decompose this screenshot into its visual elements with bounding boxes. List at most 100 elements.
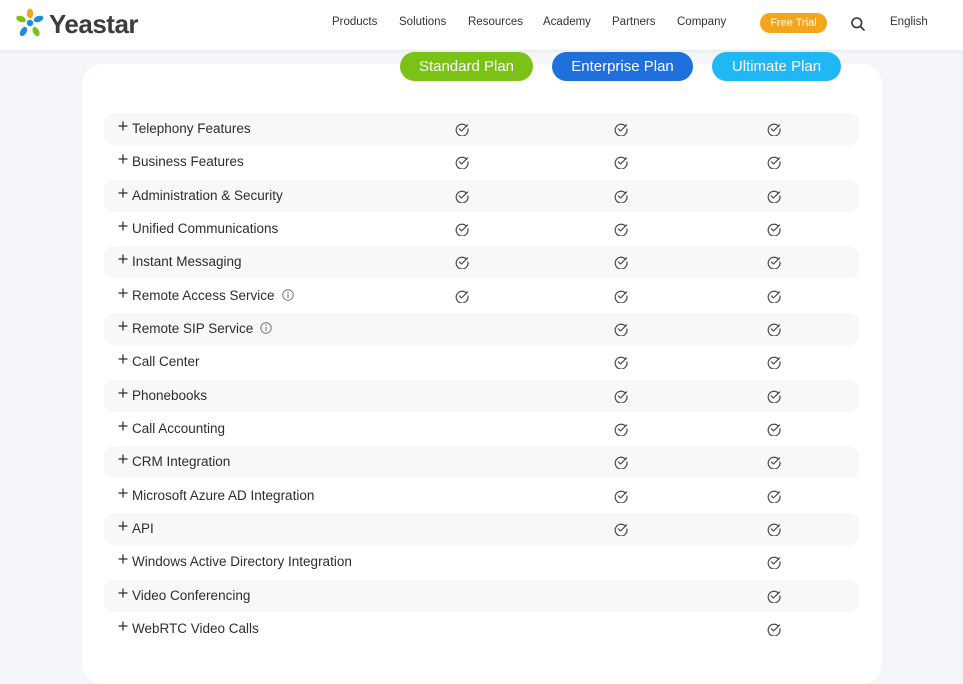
ultimate-plan-button[interactable]: Ultimate Plan bbox=[712, 52, 841, 81]
check-icon bbox=[614, 390, 628, 403]
nav-solutions[interactable]: Solutions bbox=[399, 16, 446, 28]
expand-plus-icon[interactable] bbox=[117, 253, 129, 265]
nav-academy[interactable]: Academy bbox=[543, 16, 591, 28]
feature-label: Business Features bbox=[132, 154, 244, 170]
feature-row[interactable]: Remote Access Service bbox=[104, 280, 859, 312]
check-icon bbox=[614, 290, 628, 303]
feature-label-text: Windows Active Directory Integration bbox=[132, 554, 352, 569]
feature-row[interactable]: Call Center bbox=[104, 346, 859, 378]
search-icon[interactable] bbox=[850, 16, 866, 32]
nav-partners[interactable]: Partners bbox=[612, 16, 655, 28]
expand-plus-icon[interactable] bbox=[117, 353, 129, 365]
check-icon bbox=[767, 456, 781, 469]
feature-label: Telephony Features bbox=[132, 121, 251, 137]
feature-label-text: Phonebooks bbox=[132, 388, 208, 403]
expand-plus-icon[interactable] bbox=[117, 420, 129, 432]
feature-label-text: API bbox=[132, 521, 154, 536]
expand-plus-icon[interactable] bbox=[117, 487, 129, 499]
expand-plus-icon[interactable] bbox=[117, 287, 129, 299]
standard-plan-button[interactable]: Standard Plan bbox=[400, 52, 533, 81]
expand-plus-icon[interactable] bbox=[117, 320, 129, 332]
feature-row[interactable]: Microsoft Azure AD Integration bbox=[104, 480, 859, 512]
nav-resources[interactable]: Resources bbox=[468, 16, 523, 28]
feature-label: CRM Integration bbox=[132, 454, 230, 470]
feature-label: Phonebooks bbox=[132, 388, 207, 404]
expand-plus-icon[interactable] bbox=[117, 453, 129, 465]
feature-label-text: Remote Access Service bbox=[132, 288, 275, 303]
check-icon bbox=[767, 556, 781, 569]
feature-row[interactable]: Video Conferencing bbox=[104, 580, 859, 612]
feature-row[interactable]: Business Features bbox=[104, 146, 859, 178]
check-icon bbox=[767, 290, 781, 303]
feature-label-text: CRM Integration bbox=[132, 454, 231, 469]
check-icon bbox=[614, 423, 628, 436]
feature-row[interactable]: Phonebooks bbox=[104, 380, 859, 412]
free-trial-button[interactable]: Free Trial bbox=[760, 13, 827, 33]
feature-row[interactable]: Call Accounting bbox=[104, 413, 859, 445]
check-icon bbox=[767, 356, 781, 369]
feature-row[interactable]: API bbox=[104, 513, 859, 545]
feature-label: Instant Messaging bbox=[132, 254, 242, 270]
feature-label-text: Instant Messaging bbox=[132, 254, 242, 269]
feature-row[interactable]: WebRTC Video Calls bbox=[104, 613, 859, 645]
check-icon bbox=[614, 223, 628, 236]
feature-label: Remote SIP Service bbox=[132, 321, 273, 337]
info-icon[interactable] bbox=[260, 322, 273, 335]
info-icon[interactable] bbox=[281, 289, 294, 302]
check-icon bbox=[614, 456, 628, 469]
feature-label: API bbox=[132, 521, 154, 537]
nav-products[interactable]: Products bbox=[332, 16, 377, 28]
expand-plus-icon[interactable] bbox=[117, 153, 129, 165]
check-icon bbox=[455, 156, 469, 169]
feature-row[interactable]: Remote SIP Service bbox=[104, 313, 859, 345]
expand-plus-icon[interactable] bbox=[117, 587, 129, 599]
check-icon bbox=[614, 123, 628, 136]
feature-label: Windows Active Directory Integration bbox=[132, 554, 352, 570]
language-selector[interactable]: English bbox=[890, 16, 928, 28]
check-icon bbox=[614, 356, 628, 369]
feature-label-text: Telephony Features bbox=[132, 121, 251, 136]
feature-row[interactable]: Unified Communications bbox=[104, 213, 859, 245]
expand-plus-icon[interactable] bbox=[117, 520, 129, 532]
check-icon bbox=[767, 223, 781, 236]
check-icon bbox=[614, 190, 628, 203]
feature-label-text: Business Features bbox=[132, 154, 244, 169]
feature-label: Administration & Security bbox=[132, 188, 283, 204]
feature-row[interactable]: Telephony Features bbox=[104, 113, 859, 145]
expand-plus-icon[interactable] bbox=[117, 120, 129, 132]
brand-logo[interactable]: Yeastar bbox=[14, 6, 139, 42]
feature-label: Remote Access Service bbox=[132, 288, 294, 304]
feature-row[interactable]: Administration & Security bbox=[104, 180, 859, 212]
check-icon bbox=[767, 123, 781, 136]
feature-row[interactable]: CRM Integration bbox=[104, 446, 859, 478]
check-icon bbox=[614, 156, 628, 169]
check-icon bbox=[614, 256, 628, 269]
feature-row[interactable]: Instant Messaging bbox=[104, 246, 859, 278]
feature-label-text: Remote SIP Service bbox=[132, 321, 254, 336]
feature-label: WebRTC Video Calls bbox=[132, 621, 259, 637]
yeastar-logo-icon bbox=[16, 8, 44, 37]
expand-plus-icon[interactable] bbox=[117, 387, 129, 399]
brand-name: Yeastar bbox=[49, 8, 139, 39]
feature-label-text: WebRTC Video Calls bbox=[132, 621, 259, 636]
nav-company[interactable]: Company bbox=[677, 16, 726, 28]
check-icon bbox=[614, 490, 628, 503]
feature-row[interactable]: Windows Active Directory Integration bbox=[104, 546, 859, 578]
check-icon bbox=[767, 623, 781, 636]
check-icon bbox=[614, 323, 628, 336]
enterprise-plan-button[interactable]: Enterprise Plan bbox=[552, 52, 693, 81]
expand-plus-icon[interactable] bbox=[117, 187, 129, 199]
check-icon bbox=[455, 290, 469, 303]
feature-label: Call Accounting bbox=[132, 421, 225, 437]
check-icon bbox=[767, 490, 781, 503]
feature-label-text: Video Conferencing bbox=[132, 588, 251, 603]
expand-plus-icon[interactable] bbox=[117, 553, 129, 565]
check-icon bbox=[455, 256, 469, 269]
feature-label-text: Unified Communications bbox=[132, 221, 279, 236]
feature-label-text: Call Accounting bbox=[132, 421, 226, 436]
expand-plus-icon[interactable] bbox=[117, 620, 129, 632]
check-icon bbox=[455, 223, 469, 236]
check-icon bbox=[767, 190, 781, 203]
expand-plus-icon[interactable] bbox=[117, 220, 129, 232]
feature-label-text: Administration & Security bbox=[132, 188, 283, 203]
